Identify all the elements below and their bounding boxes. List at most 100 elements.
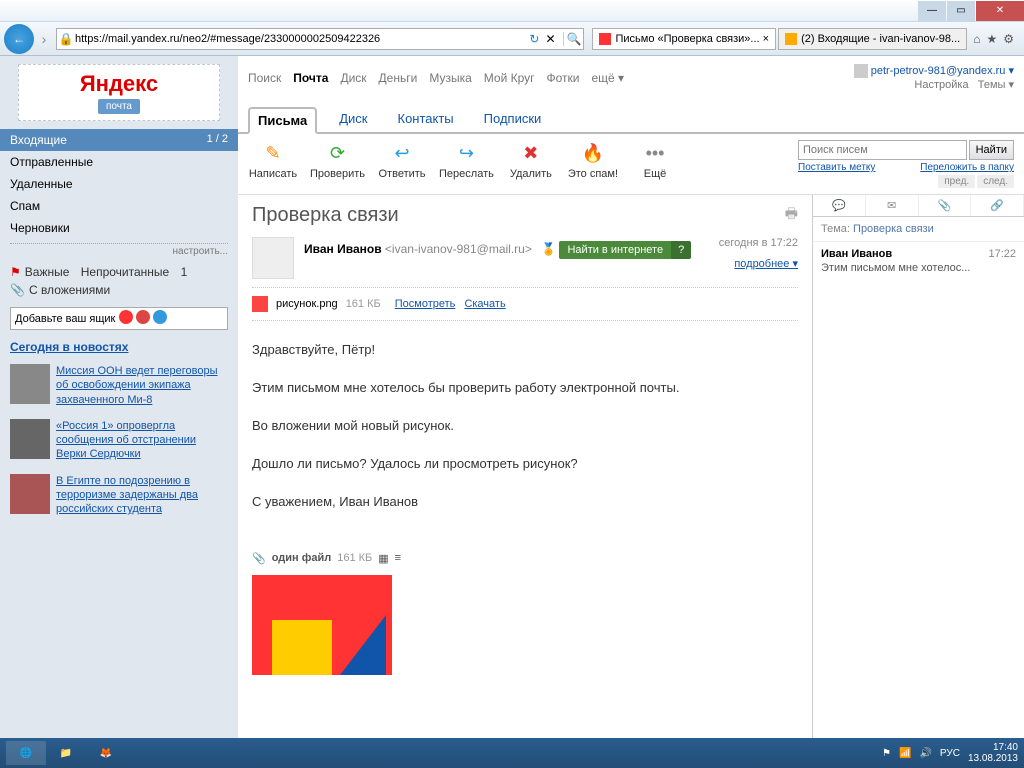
chat-icon: 💬 xyxy=(832,200,846,212)
folders-configure-link[interactable]: настроить... xyxy=(0,244,238,259)
find-on-internet-button[interactable]: Найти в интернете xyxy=(559,241,671,259)
browser-tab-1[interactable]: (2) Входящие - ivan-ivanov-98... xyxy=(778,28,967,50)
address-bar[interactable]: 🔒 https://mail.yandex.ru/neo2/#message/2… xyxy=(56,28,584,50)
user-avatar-icon xyxy=(854,64,868,78)
taskbar-ie-icon[interactable]: 🌐 xyxy=(6,741,46,765)
tools-icon[interactable]: ⚙ xyxy=(1003,32,1014,46)
favicon-icon xyxy=(785,33,797,45)
window-close-button[interactable]: ✕ xyxy=(976,1,1024,21)
preview-tab-mail[interactable]: ✉ xyxy=(866,195,919,216)
grid-view-icon[interactable]: ▦ xyxy=(378,552,388,565)
attachment-thumbnail[interactable] xyxy=(252,575,392,675)
sidebar: Яндекс почта Входящие 1 / 2 Отправленные… xyxy=(0,56,238,738)
from-email: <ivan-ivanov-981@mail.ru> xyxy=(385,242,532,256)
spam-button[interactable]: 🔥Это спам! xyxy=(568,140,618,180)
find-help-button[interactable]: ? xyxy=(671,241,691,259)
news-item-0[interactable]: Миссия ООН ведет переговоры об освобожде… xyxy=(0,358,238,413)
attachment-view-link[interactable]: Посмотреть xyxy=(395,298,456,310)
logo[interactable]: Яндекс почта xyxy=(18,64,220,121)
themes-link[interactable]: Темы ▾ xyxy=(978,79,1014,91)
news-item-1[interactable]: «Россия 1» опровергла сообщения об отстр… xyxy=(0,413,238,468)
home-icon[interactable]: ⌂ xyxy=(973,32,980,46)
mail-search-button[interactable]: Найти xyxy=(969,140,1014,160)
add-mailbox-button[interactable]: Добавьте ваш ящик xyxy=(10,307,228,330)
next-message-button[interactable]: след. xyxy=(977,175,1014,188)
attachment-download-link[interactable]: Скачать xyxy=(464,298,505,310)
settings-link[interactable]: Настройка xyxy=(914,79,968,91)
stop-icon[interactable]: ✕ xyxy=(541,32,559,46)
browser-tab-0[interactable]: Письмо «Проверка связи»... × xyxy=(592,28,776,50)
files-summary-row: 📎 один файл 161 КБ ▦ ≡ xyxy=(252,548,798,569)
check-button[interactable]: ⟳Проверить xyxy=(310,140,365,180)
link-icon: 🔗 xyxy=(990,200,1004,212)
tab-subscriptions[interactable]: Подписки xyxy=(476,107,550,134)
tray-clock[interactable]: 17:40 13.08.2013 xyxy=(968,742,1018,764)
folder-sent[interactable]: Отправленные xyxy=(0,151,238,173)
svc-more[interactable]: ещё ▾ xyxy=(592,71,625,85)
browser-search-button[interactable]: 🔍 xyxy=(563,32,583,46)
svc-mail[interactable]: Почта xyxy=(293,71,328,85)
favicon-icon xyxy=(599,33,611,45)
nav-back-button[interactable]: ← xyxy=(4,24,34,54)
news-thumb-icon xyxy=(10,364,50,404)
tray-volume-icon[interactable]: 🔊 xyxy=(919,748,931,759)
news-thumb-icon xyxy=(10,474,50,514)
mail-search-input[interactable] xyxy=(798,140,967,160)
more-button[interactable]: •••Ещё xyxy=(630,140,680,180)
label-important[interactable]: ⚑ Важные Непрочитанные 1 xyxy=(10,263,228,281)
nav-forward-button[interactable]: › xyxy=(36,31,52,47)
folder-drafts[interactable]: Черновики xyxy=(0,217,238,239)
tab-letters[interactable]: Письма xyxy=(248,107,317,134)
forward-button[interactable]: ↪Переслать xyxy=(439,140,494,180)
tab-disk[interactable]: Диск xyxy=(331,107,375,134)
move-to-link[interactable]: Переложить в папку xyxy=(920,162,1014,173)
news-header[interactable]: Сегодня в новостях xyxy=(10,340,228,354)
window-maximize-button[interactable]: ▭ xyxy=(947,1,975,21)
lock-icon: 🔒 xyxy=(57,32,75,46)
paperclip-icon: 📎 xyxy=(252,552,266,565)
preview-tab-conversation[interactable]: 💬 xyxy=(813,195,866,216)
svc-music[interactable]: Музыка xyxy=(429,71,471,85)
reply-icon: ↩ xyxy=(389,140,415,166)
folder-inbox[interactable]: Входящие 1 / 2 xyxy=(0,129,238,151)
taskbar-firefox-icon[interactable]: 🦊 xyxy=(86,741,126,765)
compose-button[interactable]: ✎Написать xyxy=(248,140,298,180)
print-icon[interactable]: 🖶 xyxy=(785,203,798,227)
svc-search[interactable]: Поиск xyxy=(248,71,281,85)
outlook-icon xyxy=(153,310,167,324)
folder-trash[interactable]: Удаленные xyxy=(0,173,238,195)
delete-button[interactable]: ✖Удалить xyxy=(506,140,556,180)
reply-button[interactable]: ↩Ответить xyxy=(377,140,427,180)
forward-icon: ↪ xyxy=(453,140,479,166)
svc-disk[interactable]: Диск xyxy=(340,71,366,85)
preview-tab-attach[interactable]: 📎 xyxy=(919,195,972,216)
window-minimize-button[interactable]: — xyxy=(918,1,946,21)
preview-excerpt: Этим письмом мне хотелос... xyxy=(821,262,1016,274)
list-view-icon[interactable]: ≡ xyxy=(395,552,401,564)
svc-circle[interactable]: Мой Круг xyxy=(484,71,535,85)
tray-network-icon[interactable]: 📶 xyxy=(899,748,911,759)
taskbar: 🌐 📁 🦊 ⚑ 📶 🔊 РУС 17:40 13.08.2013 xyxy=(0,738,1024,768)
news-item-2[interactable]: В Египте по подозрению в терроризме заде… xyxy=(0,468,238,523)
details-toggle[interactable]: подробнее ▾ xyxy=(734,257,798,270)
svc-photos[interactable]: Фотки xyxy=(547,71,580,85)
taskbar-explorer-icon[interactable]: 📁 xyxy=(46,741,86,765)
tab-contacts[interactable]: Контакты xyxy=(390,107,462,134)
tray-language[interactable]: РУС xyxy=(940,748,960,759)
achievement-icon: 🏅 xyxy=(541,242,556,256)
refresh-icon: ⟳ xyxy=(325,140,351,166)
attachment-name[interactable]: рисунок.png xyxy=(276,298,338,310)
svc-money[interactable]: Деньги xyxy=(379,71,418,85)
favorites-icon[interactable]: ★ xyxy=(986,32,997,46)
preview-message-item[interactable]: Иван Иванов 17:22 Этим письмом мне хотел… xyxy=(813,242,1024,280)
prev-message-button[interactable]: пред. xyxy=(938,175,975,188)
user-email-menu[interactable]: petr-petrov-981@yandex.ru ▾ xyxy=(871,65,1014,77)
set-label-link[interactable]: Поставить метку xyxy=(798,162,875,173)
reload-icon[interactable]: ↻ xyxy=(529,32,539,46)
from-name: Иван Иванов xyxy=(304,242,382,256)
tray-flag-icon[interactable]: ⚑ xyxy=(882,748,891,759)
section-tabs: Письма Диск Контакты Подписки xyxy=(238,95,1024,134)
folder-spam[interactable]: Спам xyxy=(0,195,238,217)
label-attachments[interactable]: 📎 С вложениями xyxy=(10,281,228,299)
preview-tab-links[interactable]: 🔗 xyxy=(971,195,1024,216)
